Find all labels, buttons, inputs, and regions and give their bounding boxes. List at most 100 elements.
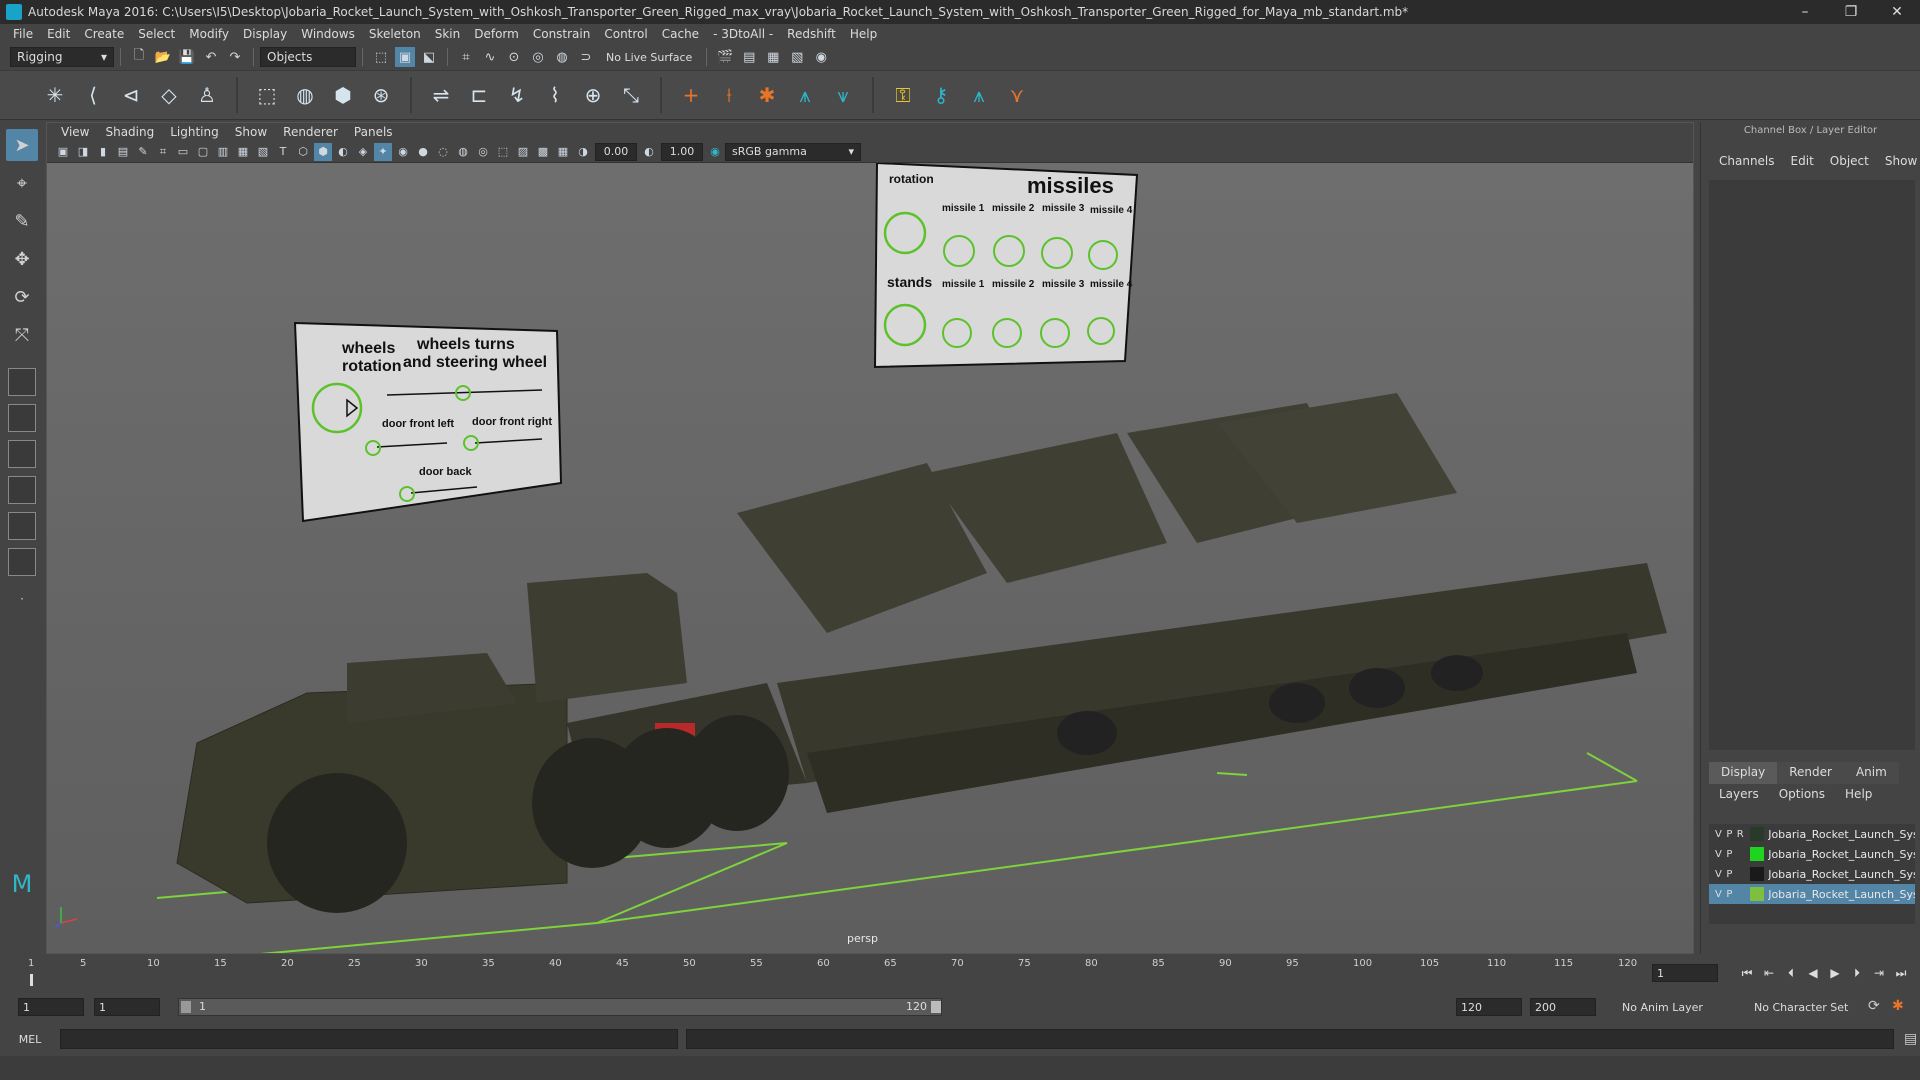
layout-uv-icon[interactable] (8, 548, 36, 576)
lattice-icon[interactable]: ⊏ (462, 78, 496, 112)
menu-cache[interactable]: Cache (655, 27, 706, 41)
resolution-gate-icon[interactable]: ▢ (194, 143, 212, 161)
menu-skin[interactable]: Skin (428, 27, 468, 41)
layer-visibility[interactable]: V (1713, 829, 1724, 840)
menu-windows[interactable]: Windows (294, 27, 362, 41)
motion-blur-icon[interactable]: ◌ (434, 143, 452, 161)
layer-row[interactable]: V P R Jobaria_Rocket_Launch_Syste (1709, 824, 1915, 844)
character-icon[interactable]: ⩚ (962, 78, 996, 112)
layer-row[interactable]: V P Jobaria_Rocket_Launch_Syste (1709, 864, 1915, 884)
menu-control[interactable]: Control (597, 27, 654, 41)
tab-object[interactable]: Object (1822, 154, 1877, 168)
auto-key-icon[interactable]: ⟳ (1868, 998, 1880, 1014)
nonlinear-icon[interactable]: ⌇ (538, 78, 572, 112)
undo-icon[interactable]: ↶ (201, 47, 221, 67)
cluster-icon[interactable]: ↯ (500, 78, 534, 112)
viewport-menu-shading[interactable]: Shading (97, 125, 162, 139)
layout-outliner-icon[interactable] (8, 476, 36, 504)
create-joint-icon[interactable]: ✳ (38, 78, 72, 112)
layer-row[interactable]: V P Jobaria_Rocket_Launch_Syste (1709, 844, 1915, 864)
blend-shape-icon[interactable]: ⇌ (424, 78, 458, 112)
gate-mask-icon[interactable]: ▥ (214, 143, 232, 161)
aim-constraint-icon[interactable]: ⟊ (712, 78, 746, 112)
snap-magnet-icon[interactable]: ⊃ (576, 47, 596, 67)
layer-color-swatch[interactable] (1749, 847, 1765, 861)
command-input[interactable] (60, 1029, 678, 1049)
wire-icon[interactable]: ⤡ (614, 78, 648, 112)
parent-constraint-icon[interactable]: ⩚ (788, 78, 822, 112)
interactive-bind-icon[interactable]: ⬢ (326, 78, 360, 112)
layer-visibility[interactable]: V (1713, 869, 1724, 880)
layout-two-icon[interactable] (8, 440, 36, 468)
anim-layer-dropdown[interactable]: No Anim Layer (1618, 998, 1722, 1016)
step-forward-frame-icon[interactable]: ⏵ (1846, 964, 1868, 982)
snap-surface-icon[interactable]: ◍ (552, 47, 572, 67)
viewport-menu-show[interactable]: Show (227, 125, 275, 139)
film-gate-icon[interactable]: ▭ (174, 143, 192, 161)
layer-color-swatch[interactable] (1749, 887, 1765, 901)
script-editor-icon[interactable]: ▤ (1904, 1031, 1917, 1047)
playback-start-field[interactable]: 1 (94, 998, 160, 1016)
snap-point-icon[interactable]: ⊙ (504, 47, 524, 67)
layer-playback[interactable]: P (1724, 849, 1735, 860)
more-layouts-icon[interactable]: · (6, 583, 38, 615)
redo-icon[interactable]: ↷ (225, 47, 245, 67)
ik-spline-icon[interactable]: ⊲ (114, 78, 148, 112)
isolate-select-icon[interactable]: ⬚ (494, 143, 512, 161)
xray-icon[interactable]: ▨ (514, 143, 532, 161)
tab-edit[interactable]: Edit (1783, 154, 1822, 168)
minimize-button[interactable]: – (1782, 0, 1828, 24)
color-space-dropdown[interactable]: sRGB gamma ▾ (725, 142, 861, 161)
gamma-field[interactable]: 1.00 (661, 142, 703, 161)
bookmark-icon[interactable]: ▮ (94, 143, 112, 161)
exposure-field[interactable]: 0.00 (595, 142, 637, 161)
key-icon[interactable]: ⚷ (924, 78, 958, 112)
anim-prefs-icon[interactable]: ✱ (1892, 998, 1904, 1014)
rigid-bind-icon[interactable]: ◍ (288, 78, 322, 112)
open-scene-icon[interactable]: 📂 (153, 47, 173, 67)
go-to-end-icon[interactable]: ⏭ (1890, 964, 1912, 982)
layer-reference[interactable]: R (1735, 829, 1746, 840)
render-view-icon[interactable]: 🎬 (715, 47, 735, 67)
lasso-tool-icon[interactable]: ⌖ (6, 167, 38, 199)
range-end-handle[interactable] (931, 1001, 941, 1013)
menu-help[interactable]: Help (843, 27, 884, 41)
orient-constraint-icon[interactable]: ✱ (750, 78, 784, 112)
use-all-lights-icon[interactable]: ✦ (374, 142, 392, 161)
scene-canvas[interactable]: wheels rotation wheels turns and steerin… (47, 163, 1693, 953)
smooth-bind-icon[interactable]: ⬚ (250, 78, 284, 112)
select-hierarchy-icon[interactable]: ⬚ (371, 47, 391, 67)
render-frame-icon[interactable]: ▤ (739, 47, 759, 67)
layer-playback[interactable]: P (1724, 829, 1735, 840)
step-back-frame-icon[interactable]: ⏴ (1780, 964, 1802, 982)
layer-name[interactable]: Jobaria_Rocket_Launch_Syste (1768, 888, 1915, 901)
safe-title-icon[interactable]: T (274, 143, 292, 161)
character-set-dropdown[interactable]: No Character Set (1750, 998, 1866, 1016)
image-plane-icon[interactable]: ▤ (114, 143, 132, 161)
exposure-icon[interactable]: ◑ (574, 143, 592, 161)
menu-modify[interactable]: Modify (182, 27, 236, 41)
menu-deform[interactable]: Deform (467, 27, 526, 41)
xray-joints-icon[interactable]: ▩ (534, 143, 552, 161)
viewport-menu-renderer[interactable]: Renderer (275, 125, 346, 139)
step-forward-key-icon[interactable]: ⇥ (1868, 964, 1890, 982)
wireframe-icon[interactable]: ⬡ (294, 143, 312, 161)
ik-spring-icon[interactable]: ◇ (152, 78, 186, 112)
grid-icon[interactable]: ⌗ (154, 143, 172, 161)
maximize-button[interactable]: ❐ (1828, 0, 1874, 24)
new-scene-icon[interactable]: 🗋 (129, 47, 149, 67)
point-constraint-icon[interactable]: + (674, 78, 708, 112)
hypershade-icon[interactable]: ◉ (811, 47, 831, 67)
save-scene-icon[interactable]: 💾 (177, 47, 197, 67)
layer-playback[interactable]: P (1724, 869, 1735, 880)
select-object-icon[interactable]: ▣ (395, 47, 415, 67)
viewport-menu-lighting[interactable]: Lighting (162, 125, 227, 139)
menu-redshift[interactable]: Redshift (780, 27, 843, 41)
select-tool-icon[interactable]: ➤ (6, 129, 38, 161)
ipr-render-icon[interactable]: ▦ (763, 47, 783, 67)
playback-end-field[interactable]: 120 (1456, 998, 1522, 1016)
layout-graph-icon[interactable] (8, 512, 36, 540)
set-driven-key-icon[interactable]: ⚿ (886, 78, 920, 112)
scale-tool-icon[interactable]: ⤧ (6, 319, 38, 351)
range-bar[interactable]: 1 120 (178, 998, 942, 1016)
